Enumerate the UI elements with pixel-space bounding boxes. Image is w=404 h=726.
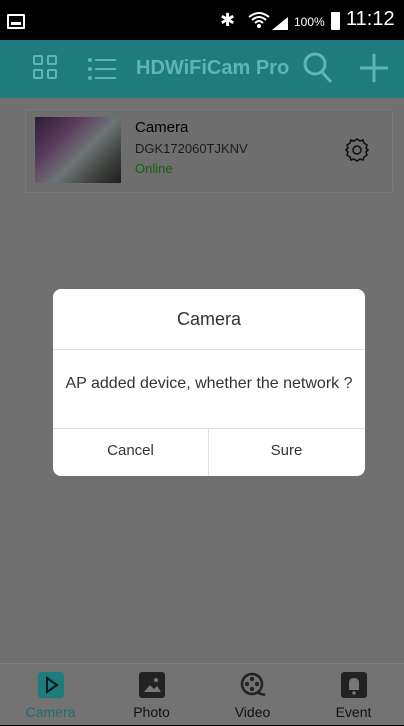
list-view-icon[interactable] (88, 57, 116, 81)
nav-item-photo[interactable]: Photo (101, 664, 202, 726)
camera-name: Camera (135, 119, 189, 136)
nav-item-camera[interactable]: Camera (0, 664, 101, 726)
nav-label-photo: Photo (133, 704, 170, 720)
settings-gear-icon[interactable] (344, 137, 370, 163)
bell-icon (341, 672, 367, 698)
nav-item-event[interactable]: Event (303, 664, 404, 726)
nav-label-camera: Camera (25, 704, 76, 720)
dialog-title: Camera (176, 309, 242, 329)
nav-label-event: Event (335, 704, 372, 720)
camera-thumbnail (35, 117, 121, 183)
bluetooth-icon: ✱ (220, 10, 236, 30)
cancel-button[interactable]: Cancel (53, 429, 208, 476)
play-icon (38, 672, 64, 698)
clock: 11:12 (346, 8, 395, 30)
camera-id: DGK172060TJKNV (135, 141, 248, 156)
confirm-dialog: Camera AP added device, whether the netw… (53, 289, 365, 476)
battery-icon (331, 12, 340, 30)
camera-status: Online (135, 161, 173, 176)
status-bar: ✱ 100% 11:12 (0, 0, 404, 40)
grid-view-icon[interactable] (33, 55, 59, 81)
app-bar: HDWiFiCam Pro (0, 40, 404, 98)
search-icon[interactable] (303, 51, 333, 85)
film-reel-icon (240, 672, 266, 698)
nav-label-video: Video (234, 704, 271, 720)
dialog-message: AP added device, whether the network ? (65, 375, 353, 392)
signal-icon (272, 17, 288, 30)
sure-button[interactable]: Sure (209, 429, 364, 476)
bottom-nav: Camera Photo Video Event (0, 663, 404, 725)
app-title: HDWiFiCam Pro (136, 57, 290, 79)
camera-card[interactable]: Camera DGK172060TJKNV Online (25, 109, 393, 193)
add-icon[interactable] (360, 54, 388, 82)
nav-item-video[interactable]: Video (202, 664, 303, 726)
battery-percent: 100% (294, 15, 325, 29)
image-notification-icon (7, 14, 25, 29)
photo-icon (139, 672, 165, 698)
wifi-icon (248, 10, 270, 35)
